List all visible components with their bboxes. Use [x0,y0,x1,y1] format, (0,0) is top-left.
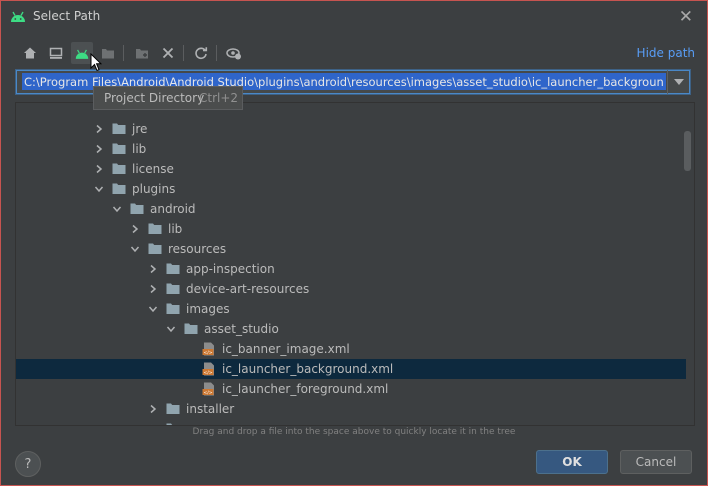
tree-folder-row[interactable]: installer [16,399,686,419]
xml-file-icon: </> [202,382,216,396]
show-hidden-icon[interactable] [223,42,245,64]
tree-item-label: ic_launcher_foreground.xml [222,382,389,396]
chevron-right-icon[interactable] [130,223,140,234]
toolbar [15,42,695,64]
chevron-down-icon[interactable] [148,303,158,313]
tree-item-label: jre [132,122,148,136]
ok-button[interactable]: OK [536,450,608,474]
tree-item-label: lib [132,142,147,156]
chevron-down-icon[interactable] [112,203,122,213]
drag-drop-hint: Drag and drop a file into the space abov… [192,427,516,437]
folder-icon [166,422,180,425]
tree-scrollbar[interactable] [684,131,691,171]
folder-icon [166,262,180,275]
tree-item-label: images [186,302,230,316]
xml-file-icon: </> [202,362,216,376]
tree-item-label: lib [168,222,183,236]
tree-folder-row[interactable]: lib [16,219,686,239]
chevron-right-icon[interactable] [148,403,158,414]
folder-icon [166,402,180,415]
folder-icon [166,282,180,295]
hide-path-link[interactable]: Hide path [637,46,695,60]
tree-folder-row[interactable] [16,419,686,425]
tree-item-label: asset_studio [204,322,279,336]
chevron-right-icon[interactable] [94,143,104,154]
tree-folder-row[interactable]: device-art-resources [16,279,686,299]
folder-icon [112,162,126,175]
close-icon[interactable]: ✕ [679,7,693,27]
chevron-right-icon[interactable] [94,163,104,174]
tree-folder-row[interactable]: app-inspection [16,259,686,279]
chevron-right-icon[interactable] [148,283,158,294]
folder-icon [148,222,162,235]
svg-text:</>: </> [204,350,213,356]
tree-item-label: installer [186,402,235,416]
chevron-down-icon[interactable] [94,183,104,193]
desktop-icon[interactable] [45,42,67,64]
home-icon[interactable] [19,42,41,64]
file-tree[interactable]: binjreliblicensepluginsandroidlibresourc… [15,102,695,426]
tree-item-label: ic_launcher_background.xml [222,362,394,376]
tooltip-text: Project Directory [104,91,205,105]
tree-folder-row[interactable]: android [16,199,686,219]
tree-file-row[interactable]: </> ic_launcher_background.xml [16,359,686,379]
tree-file-row[interactable]: </> ic_banner_image.xml [16,339,686,359]
folder-icon [166,302,180,315]
tree-folder-row[interactable]: resources [16,239,686,259]
tree-item-label: license [132,162,174,176]
folder-icon [112,122,126,135]
tooltip: Project Directory Ctrl+2 [93,86,243,110]
tree-item-label: ic_banner_image.xml [222,342,350,356]
svg-text:</>: </> [204,370,213,376]
folder-icon [184,322,198,335]
toolbar-separator [216,45,217,61]
toolbar-separator [123,45,124,61]
select-path-dialog: Select Path ✕ Hide path C:\Program Files… [0,0,708,486]
window-title: Select Path [33,9,101,23]
folder-icon [112,182,126,195]
folder-icon [112,142,126,155]
folder-icon [148,242,162,255]
svg-text:</>: </> [204,390,213,396]
android-logo-icon [9,9,27,23]
chevron-down-icon[interactable] [130,243,140,253]
tree-folder-row[interactable]: lib [16,139,686,159]
chevron-right-icon[interactable] [148,263,158,274]
tree-folder-row[interactable]: images [16,299,686,319]
tree-folder-row[interactable]: jre [16,119,686,139]
tree-item-label: device-art-resources [186,282,310,296]
folder-icon [130,202,144,215]
chevron-down-icon[interactable] [166,323,176,333]
chevron-right-icon[interactable] [148,423,158,425]
mouse-cursor-icon [90,52,103,75]
chevron-right-icon[interactable] [94,123,104,134]
delete-icon[interactable] [157,42,179,64]
tree-file-row[interactable]: </> ic_launcher_foreground.xml [16,379,686,399]
cancel-button[interactable]: Cancel [620,450,692,474]
tree-item-label: resources [168,242,227,256]
chevron-down-icon[interactable] [667,70,690,94]
tree-folder-row[interactable]: plugins [16,179,686,199]
tree-item-label: plugins [132,182,176,196]
tree-item-label: app-inspection [186,262,275,276]
title-bar: Select Path ✕ [1,1,707,33]
tree-folder-row[interactable]: asset_studio [16,319,686,339]
tree-item-label: android [150,202,196,216]
toolbar-separator [183,45,184,61]
tooltip-shortcut: Ctrl+2 [199,91,239,105]
xml-file-icon: </> [202,342,216,356]
help-button[interactable]: ? [15,451,41,477]
new-file-icon[interactable] [131,42,153,64]
tree-folder-row[interactable]: license [16,159,686,179]
refresh-icon[interactable] [190,42,212,64]
